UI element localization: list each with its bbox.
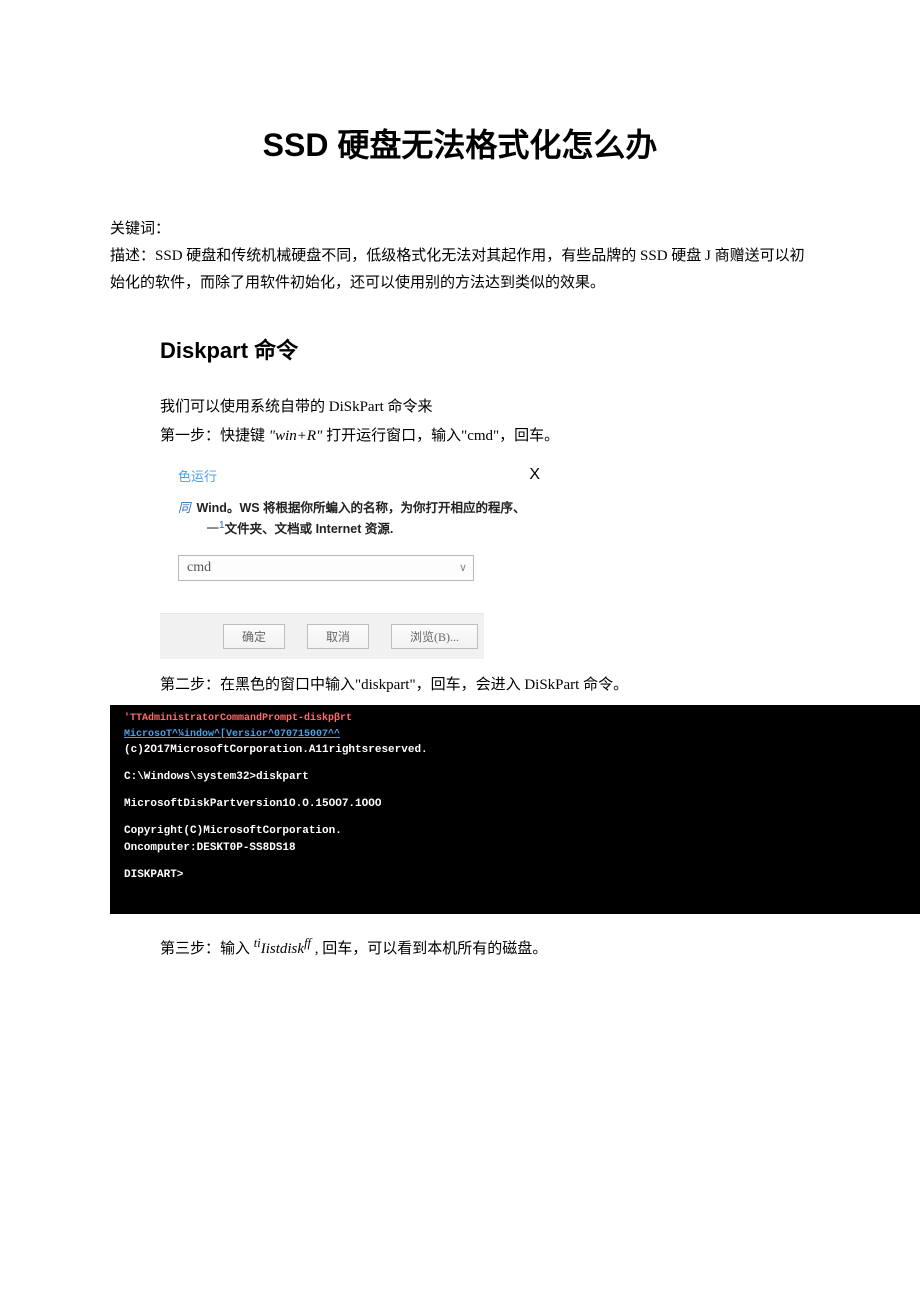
document-page: SSD 硬盘无法格式化怎么办 关键词： 描述：SSD 硬盘和传统机械硬盘不同，低… (0, 0, 920, 1024)
run-open-value: cmd (187, 560, 211, 576)
ok-button[interactable]: 确定 (223, 624, 285, 649)
step3-prefix: 第三步：输入 (160, 941, 250, 957)
terminal-dp-copyright: Copyright(C)MicrosoftCorporation. (110, 823, 920, 840)
cancel-button[interactable]: 取消 (307, 624, 369, 649)
run-dialog-header: 色运行 X (160, 460, 550, 491)
step-1: 第一步：快捷键 "win+R" 打开运行窗口，输入"cmd"，回车。 (160, 422, 810, 451)
intro-line: 我们可以使用系统自带的 DiSkPart 命令来 (160, 393, 810, 422)
run-msg-line2-rest: 文件夹、文档或 Internet 资源. (225, 522, 394, 536)
run-dialog: 色运行 X 同 Wind。WS 将根据你所蝙入的名称，为你打开相应的程序、 一1… (160, 460, 550, 659)
run-dialog-body: 同 Wind。WS 将根据你所蝙入的名称，为你打开相应的程序、 一1文件夹、文档… (160, 491, 550, 595)
step3-cmd-pre: ti (254, 936, 261, 950)
terminal-dp-computer: Oncomputer:DESKT0P-SS8DS18 (110, 840, 920, 857)
terminal-version-header: MicrosoT^¼indow^[Versior^070715007^^ (110, 727, 920, 743)
description-row: 描述：SSD 硬盘和传统机械硬盘不同，低级格式化无法对其起作用，有些品牌的 SS… (110, 243, 810, 297)
browse-button[interactable]: 浏览(B)... (391, 624, 478, 649)
step1-key: "win+R" (269, 428, 323, 444)
run-dialog-title: 色运行 (178, 466, 217, 485)
run-app-icon: 同 (178, 499, 191, 539)
section: Diskpart 命令 我们可以使用系统自带的 DiSkPart 命令来 第一步… (110, 333, 810, 964)
keywords-row: 关键词： (110, 216, 810, 243)
run-open-combobox[interactable]: cmd ∨ (178, 555, 474, 581)
meta-block: 关键词： 描述：SSD 硬盘和传统机械硬盘不同，低级格式化无法对其起作用，有些品… (110, 216, 810, 297)
run-button-bar: 确定 取消 浏览(B)... (160, 613, 484, 659)
section-heading: Diskpart 命令 (160, 333, 810, 365)
page-title: SSD 硬盘无法格式化怎么办 (110, 120, 810, 166)
terminal-dp-version: MicrosoftDiskPartversion1O.O.15OO7.1OOO (110, 796, 920, 813)
terminal-copyright: (c)2O17MicrosoftCorporation.A11rightsres… (110, 742, 920, 759)
close-icon[interactable]: X (529, 466, 540, 485)
terminal-prompt-1: C:\Windows\system32>diskpart (110, 769, 920, 786)
terminal-dp-prompt[interactable]: DISKPART> (110, 867, 920, 884)
run-msg-line1: Wind。WS 将根据你所蝙入的名称，为你打开相应的程序、 (197, 501, 526, 515)
step3-cmd-suf: ff (304, 936, 311, 950)
step3-suffix: , 回车，可以看到本机所有的磁盘。 (315, 941, 548, 957)
run-dialog-message: 同 Wind。WS 将根据你所蝙入的名称，为你打开相应的程序、 一1文件夹、文档… (178, 499, 532, 539)
step3-cmd-main: Iistdisk (261, 941, 304, 957)
step-3: 第三步：输入 tiIistdiskff , 回车，可以看到本机所有的磁盘。 (160, 932, 810, 964)
terminal-title: 'TTAdministratorCommandPrompt-diskpβrt (110, 711, 920, 727)
description-text: SSD 硬盘和传统机械硬盘不同，低级格式化无法对其起作用，有些品牌的 SSD 硬… (110, 248, 805, 291)
terminal-window: 'TTAdministratorCommandPrompt-diskpβrt M… (110, 705, 920, 914)
keywords-label: 关键词： (110, 221, 170, 237)
step1-suffix: 打开运行窗口，输入"cmd"，回车。 (326, 428, 559, 444)
run-msg-line2-dash: 一 (207, 522, 220, 536)
step-2: 第二步：在黑色的窗口中输入"diskpart"，回车，会进入 DiSkPart … (160, 671, 810, 700)
step1-prefix: 第一步：快捷键 (160, 428, 265, 444)
chevron-down-icon[interactable]: ∨ (459, 561, 467, 574)
description-label: 描述： (110, 248, 155, 264)
